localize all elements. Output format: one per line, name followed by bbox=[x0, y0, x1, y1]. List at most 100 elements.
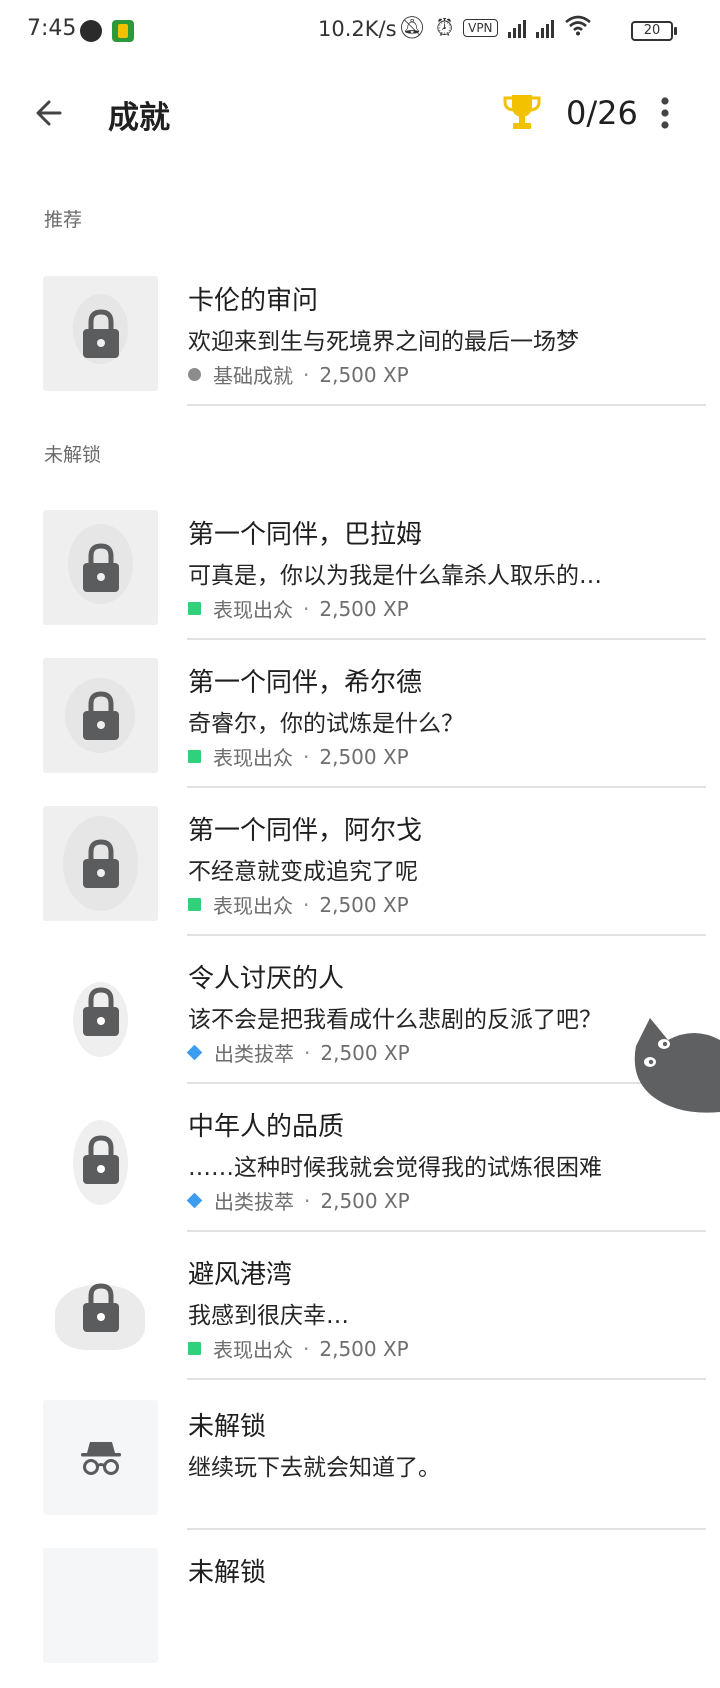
lock-icon bbox=[83, 987, 119, 1036]
divider bbox=[187, 1378, 706, 1380]
battery-icon: 20 bbox=[631, 21, 677, 41]
achievement-item[interactable]: 第一个同伴，希尔德 奇睿尔，你的试炼是什么？ 表现出众 · 2,500 XP bbox=[0, 652, 720, 800]
achievement-xp: 2,500 XP bbox=[320, 1040, 410, 1065]
divider bbox=[187, 1528, 706, 1530]
divider bbox=[187, 786, 706, 788]
achievement-tier: 基础成就 bbox=[213, 364, 293, 388]
achievement-xp: 2,500 XP bbox=[320, 1188, 410, 1213]
bell-muted-icon: 🔕︎ bbox=[398, 15, 426, 41]
achievement-meta: 表现出众 · 2,500 XP bbox=[188, 594, 409, 623]
trophy-icon bbox=[503, 95, 541, 129]
achievement-item[interactable]: 第一个同伴，巴拉姆 可真是，你以为我是什么靠杀人取乐的… 表现出众 · 2,50… bbox=[0, 504, 720, 652]
signal-icon-2 bbox=[535, 18, 554, 38]
achievement-item[interactable]: 第一个同伴，阿尔戈 不经意就变成追究了呢 表现出众 · 2,500 XP bbox=[0, 800, 720, 948]
achievement-meta: 出类拔萃 · 2,500 XP bbox=[186, 1038, 410, 1067]
meta-separator: · bbox=[303, 892, 310, 917]
achievement-meta: 出类拔萃 · 2,500 XP bbox=[186, 1186, 410, 1215]
lock-icon bbox=[83, 1283, 119, 1332]
achievement-tier: 表现出众 bbox=[213, 1338, 293, 1362]
achievement-description: 欢迎来到生与死境界之间的最后一场梦 bbox=[188, 329, 579, 355]
incognito-icon bbox=[81, 1442, 121, 1475]
achievement-item[interactable]: 避风港湾 我感到很庆幸… 表现出众 · 2,500 XP bbox=[0, 1244, 720, 1392]
divider bbox=[187, 934, 706, 936]
network-speed: 10.2K/s bbox=[318, 17, 397, 41]
achievement-meta: 表现出众 · 2,500 XP bbox=[188, 890, 409, 919]
divider bbox=[187, 638, 706, 640]
achievement-title: 令人讨厌的人 bbox=[188, 964, 345, 994]
achievement-title: 第一个同伴，巴拉姆 bbox=[188, 520, 423, 550]
app-notification-icon bbox=[80, 20, 102, 42]
achievement-description: 我感到很庆幸… bbox=[188, 1303, 349, 1329]
achievement-xp: 2,500 XP bbox=[319, 892, 409, 917]
achievement-tier: 出类拔萃 bbox=[214, 1190, 294, 1214]
achievement-tier: 表现出众 bbox=[213, 598, 293, 622]
achievement-xp: 2,500 XP bbox=[319, 1336, 409, 1361]
lock-icon bbox=[83, 839, 119, 888]
meta-separator: · bbox=[304, 1040, 311, 1065]
back-arrow-icon[interactable] bbox=[30, 92, 72, 134]
lock-icon bbox=[83, 309, 119, 358]
achievement-item[interactable]: 中年人的品质 ……这种时候我就会觉得我的试炼很困难 出类拔萃 · 2,500 X… bbox=[0, 1096, 720, 1244]
achievement-xp: 2,500 XP bbox=[319, 744, 409, 769]
app-notification-icon-2 bbox=[112, 20, 134, 42]
achievement-meta: 表现出众 · 2,500 XP bbox=[188, 1334, 409, 1363]
achievement-description: 继续玩下去就会知道了。 bbox=[188, 1455, 441, 1481]
outstanding-tier-square-icon bbox=[188, 1342, 201, 1355]
achievement-tier: 出类拔萃 bbox=[214, 1042, 294, 1066]
meta-separator: · bbox=[303, 1336, 310, 1361]
wifi-icon bbox=[564, 14, 592, 42]
basic-tier-dot-icon bbox=[188, 368, 201, 381]
achievement-thumbnail bbox=[43, 276, 158, 391]
achievement-title: 第一个同伴，希尔德 bbox=[188, 668, 423, 698]
floating-cat-mascot-icon[interactable] bbox=[628, 1016, 720, 1114]
section-label-locked: 未解锁 bbox=[44, 444, 102, 466]
outstanding-tier-square-icon bbox=[188, 898, 201, 911]
achievement-title: 中年人的品质 bbox=[188, 1112, 345, 1142]
signal-icon bbox=[507, 18, 526, 38]
achievement-thumbnail bbox=[43, 1548, 158, 1663]
achievement-description: 该不会是把我看成什么悲剧的反派了吧？ bbox=[188, 1007, 602, 1033]
achievement-xp: 2,500 XP bbox=[319, 362, 409, 387]
excellent-tier-diamond-icon bbox=[186, 1044, 203, 1061]
achievement-xp: 2,500 XP bbox=[319, 596, 409, 621]
achievement-progress-count: 0/26 bbox=[566, 94, 638, 132]
achievement-item[interactable]: 卡伦的审问 欢迎来到生与死境界之间的最后一场梦 基础成就 · 2,500 XP bbox=[0, 270, 720, 418]
achievement-thumbnail bbox=[43, 954, 158, 1069]
meta-separator: · bbox=[303, 744, 310, 769]
outstanding-tier-square-icon bbox=[188, 750, 201, 763]
achievement-thumbnail bbox=[43, 1102, 158, 1217]
vpn-icon: VPN bbox=[463, 19, 498, 37]
top-app-bar: 成就 0/26 bbox=[0, 70, 720, 156]
achievement-item[interactable]: 令人讨厌的人 该不会是把我看成什么悲剧的反派了吧？ 出类拔萃 · 2,500 X… bbox=[0, 948, 720, 1096]
excellent-tier-diamond-icon bbox=[186, 1192, 203, 1209]
page-title: 成就 bbox=[108, 100, 170, 136]
more-options-icon[interactable] bbox=[650, 92, 680, 134]
lock-icon bbox=[83, 543, 119, 592]
status-time: 7:45 bbox=[27, 16, 77, 41]
status-bar: 7:45 10.2K/s 🔕︎ ⏰︎ VPN 20 bbox=[0, 0, 720, 60]
divider bbox=[187, 404, 706, 406]
achievement-thumbnail bbox=[43, 1400, 158, 1515]
achievement-title: 第一个同伴，阿尔戈 bbox=[188, 816, 423, 846]
achievement-description: ……这种时候我就会觉得我的试炼很困难 bbox=[188, 1155, 602, 1181]
achievement-title: 未解锁 bbox=[188, 1412, 267, 1442]
outstanding-tier-square-icon bbox=[188, 602, 201, 615]
achievement-meta: 表现出众 · 2,500 XP bbox=[188, 742, 409, 771]
hidden-achievement-item[interactable]: 未解锁 继续玩下去就会知道了。 bbox=[0, 1392, 720, 1540]
achievement-description: 不经意就变成追究了呢 bbox=[188, 859, 418, 885]
meta-separator: · bbox=[303, 596, 310, 621]
lock-icon bbox=[83, 691, 119, 740]
achievement-title: 避风港湾 bbox=[188, 1260, 293, 1290]
achievement-thumbnail bbox=[43, 510, 158, 625]
achievement-thumbnail bbox=[43, 1250, 158, 1365]
meta-separator: · bbox=[303, 362, 310, 387]
section-label-recommended: 推荐 bbox=[44, 209, 83, 231]
achievement-description: 可真是，你以为我是什么靠杀人取乐的… bbox=[188, 563, 602, 589]
status-icons: 🔕︎ ⏰︎ VPN bbox=[398, 14, 592, 42]
hidden-achievement-item[interactable]: 未解锁 bbox=[0, 1540, 720, 1688]
achievement-title: 卡伦的审问 bbox=[188, 286, 319, 316]
divider bbox=[187, 1230, 706, 1232]
achievement-title: 未解锁 bbox=[188, 1558, 267, 1588]
achievement-tier: 表现出众 bbox=[213, 894, 293, 918]
achievement-tier: 表现出众 bbox=[213, 746, 293, 770]
